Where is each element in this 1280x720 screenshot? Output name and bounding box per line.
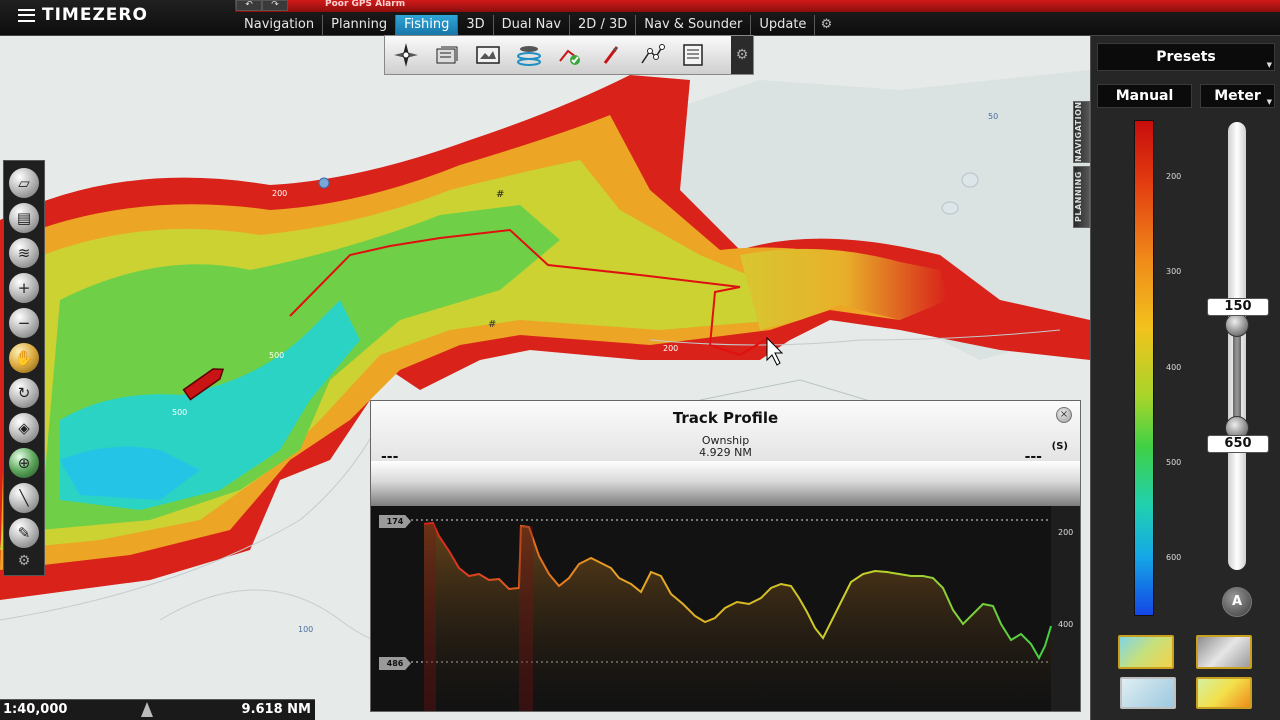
route-tool-icon[interactable] <box>549 36 590 74</box>
settings-icon[interactable]: ⚙ <box>731 36 753 74</box>
profile-bottom-tag: 486 <box>379 657 411 670</box>
track-profile-info: Ownship 4.929 NM <box>371 435 1080 459</box>
track-profile-window[interactable]: Track Profile Ownship 4.929 NM × --- ---… <box>370 400 1081 712</box>
tool-ribbon: ⚙ <box>384 35 754 75</box>
min-depth-value[interactable]: 150 <box>1207 298 1269 316</box>
palette-thumbnail-fishing[interactable] <box>1196 677 1252 709</box>
presets-dropdown[interactable]: Presets ▼ <box>1097 43 1275 71</box>
scale-label: 500 <box>1166 458 1182 467</box>
side-tab-navigation[interactable]: NAVIGATION <box>1073 101 1090 163</box>
pan-hand-icon[interactable]: ✋ <box>7 342 41 374</box>
depth-shading-panel: Presets ▼ Manual Meter ▼ 200 300 400 500… <box>1090 36 1280 720</box>
rotate-icon[interactable]: ↻ <box>7 377 41 409</box>
timezero-window: TIMEZERO Poor GPS Alarm ↶ ↷ Navigation P… <box>0 0 1280 720</box>
menu-icon[interactable] <box>18 8 35 22</box>
depth-label: 500 <box>269 351 284 360</box>
center-icon[interactable]: ◈ <box>7 412 41 444</box>
palette-thumbnail-color[interactable] <box>1118 635 1174 669</box>
presets-label: Presets <box>1156 49 1216 65</box>
tab-dual-nav[interactable]: Dual Nav <box>494 15 571 35</box>
palette-thumbnail-contour[interactable] <box>1120 677 1176 709</box>
depth-color-scale <box>1134 120 1154 616</box>
scale-readout: 1:40,000 <box>3 702 68 717</box>
profile-marker <box>424 524 436 711</box>
depth-label: 200 <box>663 344 678 353</box>
depth-shading-icon[interactable] <box>508 36 549 74</box>
unit-dropdown[interactable]: Meter ▼ <box>1200 84 1275 108</box>
tab-2d-3d[interactable]: 2D / 3D <box>570 15 637 35</box>
top-bar: TIMEZERO Poor GPS Alarm ↶ ↷ Navigation P… <box>0 0 1280 36</box>
profile-axis-label: 200 <box>1058 528 1074 537</box>
alarm-bar[interactable]: Poor GPS Alarm <box>235 0 1280 12</box>
mode-dropdown[interactable]: Manual <box>1097 84 1192 108</box>
buoy-icon[interactable] <box>318 177 330 189</box>
unit-label: Meter <box>1214 88 1261 104</box>
palette-thumbnail-gray[interactable] <box>1196 635 1252 669</box>
zoom-in-icon[interactable]: + <box>7 272 41 304</box>
chart-tool-icon[interactable]: ▤ <box>7 202 41 234</box>
track-distance: 4.929 NM <box>699 446 752 459</box>
depth-label: 100 <box>298 625 313 634</box>
tab-navigation[interactable]: Navigation <box>236 15 324 35</box>
layers-icon[interactable]: ≋ <box>7 237 41 269</box>
depth-profile-chart[interactable] <box>371 506 1080 711</box>
scale-label: 300 <box>1166 267 1182 276</box>
close-icon[interactable]: × <box>1056 407 1072 423</box>
min-depth-knob[interactable] <box>1225 313 1249 337</box>
app-title: TIMEZERO <box>42 5 148 25</box>
event-marker-icon[interactable] <box>590 36 631 74</box>
max-depth-value[interactable]: 650 <box>1207 435 1269 453</box>
chevron-down-icon: ▼ <box>1266 98 1272 106</box>
profile-marker <box>519 526 533 711</box>
mob-icon[interactable]: ╲ <box>7 482 41 514</box>
undo-redo-group: ↶ ↷ <box>236 0 288 11</box>
ruler-icon[interactable]: ▱ <box>7 167 41 199</box>
undo-icon[interactable]: ↶ <box>236 0 262 11</box>
distance-readout: 9.618 NM <box>241 702 311 717</box>
tab-update[interactable]: Update <box>751 15 816 35</box>
profile-axis-label: 400 <box>1058 620 1074 629</box>
alarm-text: Poor GPS Alarm <box>325 0 406 9</box>
waypoint-icon[interactable]: ⊕ <box>7 447 41 479</box>
profile-unit: (S) <box>1051 441 1068 452</box>
tab-3d[interactable]: 3D <box>458 15 494 35</box>
tab-planning[interactable]: Planning <box>323 15 397 35</box>
zoom-out-icon[interactable]: − <box>7 307 41 339</box>
depth-label: 50 <box>988 112 998 121</box>
left-toolbar: ▱ ▤ ≋ + − ✋ ↻ ◈ ⊕ ╲ ✎ ⚙ <box>3 160 45 576</box>
track-profile-title: Track Profile <box>672 409 779 427</box>
waypoint-network-icon[interactable] <box>631 36 672 74</box>
workspace-tabs: Navigation Planning Fishing 3D Dual Nav … <box>236 15 837 35</box>
side-tab-planning[interactable]: PLANNING <box>1073 166 1090 228</box>
auto-range-button[interactable]: A <box>1222 587 1252 617</box>
toolbar-settings-icon[interactable]: ⚙ <box>7 553 41 573</box>
wreck-icon[interactable]: # <box>496 189 504 200</box>
chart-catalog-icon[interactable] <box>426 36 467 74</box>
compass-icon[interactable] <box>385 36 426 74</box>
app-logo[interactable]: TIMEZERO <box>18 5 148 25</box>
scale-label: 400 <box>1166 363 1182 372</box>
chevron-down-icon: ▼ <box>1266 61 1272 69</box>
depth-label: 500 <box>172 408 187 417</box>
redo-icon[interactable]: ↷ <box>262 0 288 11</box>
track-profile-header: Track Profile Ownship 4.929 NM × --- ---… <box>371 401 1080 465</box>
mode-label: Manual <box>1115 88 1174 104</box>
scale-label: 600 <box>1166 553 1182 562</box>
report-icon[interactable] <box>672 36 713 74</box>
tabs-settings-icon[interactable]: ⚙ <box>815 15 837 35</box>
screenshot-icon[interactable] <box>467 36 508 74</box>
scale-label: 200 <box>1166 172 1182 181</box>
tab-fishing[interactable]: Fishing <box>396 15 459 35</box>
tab-nav-sounder[interactable]: Nav & Sounder <box>636 15 752 35</box>
depth-label: 200 <box>272 189 287 198</box>
north-arrow-icon[interactable] <box>141 702 153 717</box>
status-bar: 1:40,000 9.618 NM <box>0 699 315 720</box>
pen-icon[interactable]: ✎ <box>7 517 41 549</box>
wreck-icon[interactable]: # <box>488 319 496 330</box>
profile-top-tag: 174 <box>379 515 411 528</box>
